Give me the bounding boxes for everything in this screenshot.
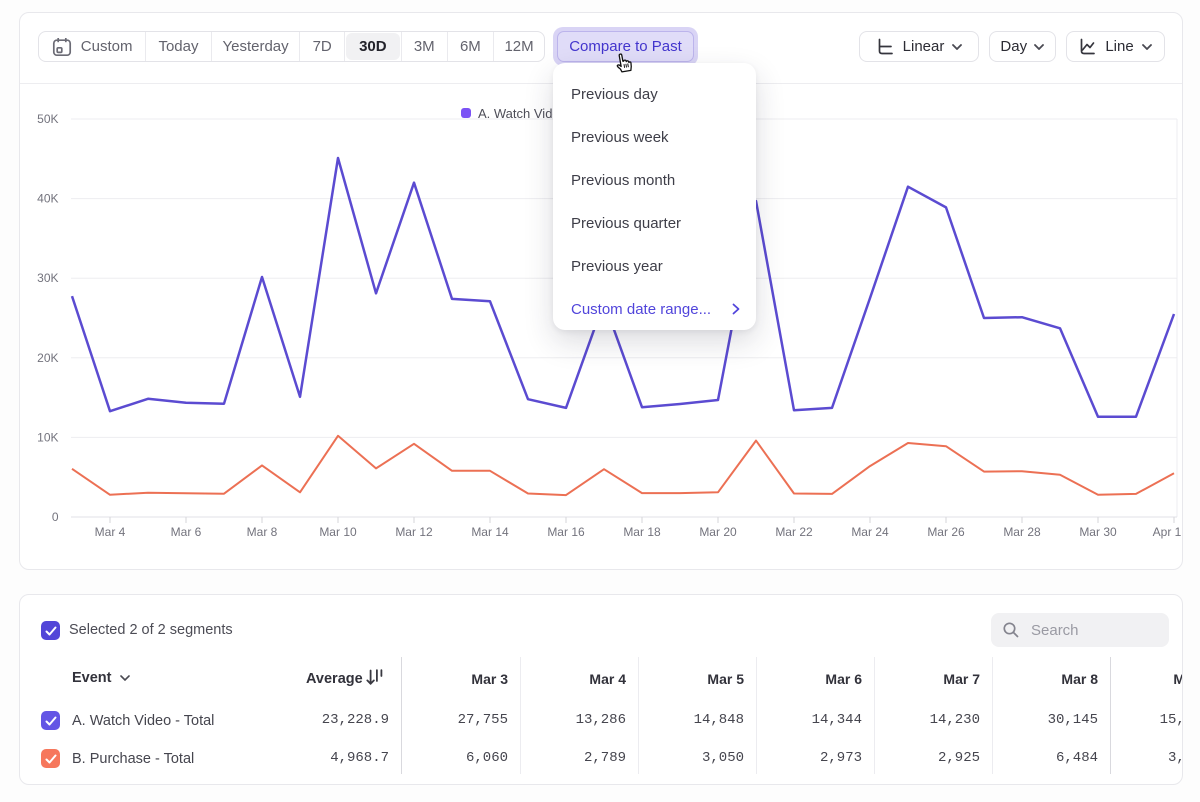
svg-text:20K: 20K xyxy=(37,351,58,365)
svg-text:30K: 30K xyxy=(37,271,58,285)
svg-text:Mar 12: Mar 12 xyxy=(395,525,433,539)
svg-text:Mar 20: Mar 20 xyxy=(699,525,737,539)
svg-text:Mar 8: Mar 8 xyxy=(247,525,278,539)
svg-text:Mar 24: Mar 24 xyxy=(851,525,889,539)
svg-text:Mar 30: Mar 30 xyxy=(1079,525,1117,539)
svg-text:Mar 26: Mar 26 xyxy=(927,525,965,539)
svg-text:Mar 4: Mar 4 xyxy=(95,525,126,539)
svg-text:50K: 50K xyxy=(37,112,58,126)
svg-text:Apr 1: Apr 1 xyxy=(1153,525,1182,539)
svg-text:Mar 10: Mar 10 xyxy=(319,525,357,539)
svg-text:Mar 18: Mar 18 xyxy=(623,525,661,539)
svg-text:Mar 22: Mar 22 xyxy=(775,525,813,539)
svg-text:Mar 28: Mar 28 xyxy=(1003,525,1041,539)
svg-text:Mar 6: Mar 6 xyxy=(171,525,202,539)
svg-text:Mar 16: Mar 16 xyxy=(547,525,585,539)
svg-text:0: 0 xyxy=(52,510,59,524)
svg-text:10K: 10K xyxy=(37,430,58,444)
svg-text:40K: 40K xyxy=(37,192,58,206)
svg-text:Mar 14: Mar 14 xyxy=(471,525,509,539)
